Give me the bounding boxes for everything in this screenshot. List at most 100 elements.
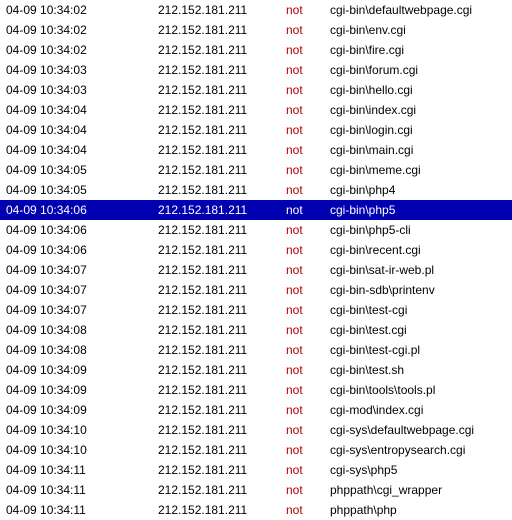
flag-cell: not (286, 480, 330, 500)
path-cell: cgi-bin\php5-cli (330, 220, 512, 240)
path-cell: cgi-bin\defaultwebpage.cgi (330, 0, 512, 20)
table-row[interactable]: 04-09 10:34:04212.152.181.211notcgi-bin\… (0, 120, 512, 140)
path-cell: cgi-bin\test.sh (330, 360, 512, 380)
flag-cell: not (286, 260, 330, 280)
path-cell: cgi-bin\index.cgi (330, 100, 512, 120)
timestamp-cell: 04-09 10:34:02 (0, 20, 158, 40)
timestamp-cell: 04-09 10:34:04 (0, 140, 158, 160)
table-row[interactable]: 04-09 10:34:09212.152.181.211notcgi-mod\… (0, 400, 512, 420)
table-row[interactable]: 04-09 10:34:04212.152.181.211notcgi-bin\… (0, 100, 512, 120)
table-row[interactable]: 04-09 10:34:02212.152.181.211notcgi-bin\… (0, 20, 512, 40)
table-row[interactable]: 04-09 10:34:02212.152.181.211notcgi-bin\… (0, 40, 512, 60)
table-row[interactable]: 04-09 10:34:06212.152.181.211notcgi-bin\… (0, 240, 512, 260)
table-row[interactable]: 04-09 10:34:11212.152.181.211notphppath\… (0, 500, 512, 520)
table-row[interactable]: 04-09 10:34:06212.152.181.211notcgi-bin\… (0, 220, 512, 240)
timestamp-cell: 04-09 10:34:06 (0, 240, 158, 260)
table-row[interactable]: 04-09 10:34:10212.152.181.211notcgi-sys\… (0, 440, 512, 460)
ip-cell: 212.152.181.211 (158, 160, 286, 180)
ip-cell: 212.152.181.211 (158, 80, 286, 100)
ip-cell: 212.152.181.211 (158, 480, 286, 500)
table-row[interactable]: 04-09 10:34:09212.152.181.211notcgi-bin\… (0, 380, 512, 400)
timestamp-cell: 04-09 10:34:06 (0, 220, 158, 240)
ip-cell: 212.152.181.211 (158, 120, 286, 140)
ip-cell: 212.152.181.211 (158, 500, 286, 520)
flag-cell: not (286, 0, 330, 20)
timestamp-cell: 04-09 10:34:04 (0, 120, 158, 140)
table-row[interactable]: 04-09 10:34:03212.152.181.211notcgi-bin\… (0, 80, 512, 100)
flag-cell: not (286, 200, 330, 220)
table-row[interactable]: 04-09 10:34:04212.152.181.211notcgi-bin\… (0, 140, 512, 160)
ip-cell: 212.152.181.211 (158, 320, 286, 340)
path-cell: cgi-sys\defaultwebpage.cgi (330, 420, 512, 440)
ip-cell: 212.152.181.211 (158, 200, 286, 220)
path-cell: cgi-bin\forum.cgi (330, 60, 512, 80)
table-row[interactable]: 04-09 10:34:02212.152.181.211notcgi-bin\… (0, 0, 512, 20)
ip-cell: 212.152.181.211 (158, 280, 286, 300)
path-cell: cgi-bin\test.cgi (330, 320, 512, 340)
table-row[interactable]: 04-09 10:34:08212.152.181.211notcgi-bin\… (0, 340, 512, 360)
path-cell: cgi-bin\tools\tools.pl (330, 380, 512, 400)
path-cell: cgi-sys\php5 (330, 460, 512, 480)
path-cell: cgi-bin\test-cgi.pl (330, 340, 512, 360)
ip-cell: 212.152.181.211 (158, 220, 286, 240)
flag-cell: not (286, 60, 330, 80)
timestamp-cell: 04-09 10:34:10 (0, 440, 158, 460)
path-cell: cgi-bin\main.cgi (330, 140, 512, 160)
path-cell: cgi-bin\php4 (330, 180, 512, 200)
path-cell: cgi-mod\index.cgi (330, 400, 512, 420)
table-row[interactable]: 04-09 10:34:08212.152.181.211notcgi-bin\… (0, 320, 512, 340)
flag-cell: not (286, 440, 330, 460)
table-row[interactable]: 04-09 10:34:11212.152.181.211notphppath\… (0, 480, 512, 500)
path-cell: cgi-bin\php5 (330, 200, 512, 220)
timestamp-cell: 04-09 10:34:08 (0, 340, 158, 360)
timestamp-cell: 04-09 10:34:06 (0, 200, 158, 220)
table-row[interactable]: 04-09 10:34:07212.152.181.211notcgi-bin\… (0, 260, 512, 280)
flag-cell: not (286, 420, 330, 440)
path-cell: cgi-bin\login.cgi (330, 120, 512, 140)
timestamp-cell: 04-09 10:34:09 (0, 380, 158, 400)
flag-cell: not (286, 240, 330, 260)
table-row[interactable]: 04-09 10:34:10212.152.181.211notcgi-sys\… (0, 420, 512, 440)
ip-cell: 212.152.181.211 (158, 140, 286, 160)
ip-cell: 212.152.181.211 (158, 20, 286, 40)
table-row[interactable]: 04-09 10:34:05212.152.181.211notcgi-bin\… (0, 180, 512, 200)
timestamp-cell: 04-09 10:34:11 (0, 480, 158, 500)
ip-cell: 212.152.181.211 (158, 460, 286, 480)
timestamp-cell: 04-09 10:34:02 (0, 0, 158, 20)
flag-cell: not (286, 40, 330, 60)
timestamp-cell: 04-09 10:34:05 (0, 160, 158, 180)
table-row[interactable]: 04-09 10:34:11212.152.181.211notcgi-sys\… (0, 460, 512, 480)
table-row[interactable]: 04-09 10:34:03212.152.181.211notcgi-bin\… (0, 60, 512, 80)
ip-cell: 212.152.181.211 (158, 360, 286, 380)
ip-cell: 212.152.181.211 (158, 60, 286, 80)
timestamp-cell: 04-09 10:34:08 (0, 320, 158, 340)
timestamp-cell: 04-09 10:34:03 (0, 60, 158, 80)
timestamp-cell: 04-09 10:34:03 (0, 80, 158, 100)
table-row[interactable]: 04-09 10:34:07212.152.181.211notcgi-bin-… (0, 280, 512, 300)
ip-cell: 212.152.181.211 (158, 340, 286, 360)
ip-cell: 212.152.181.211 (158, 380, 286, 400)
timestamp-cell: 04-09 10:34:07 (0, 300, 158, 320)
flag-cell: not (286, 380, 330, 400)
path-cell: phppath\cgi_wrapper (330, 480, 512, 500)
ip-cell: 212.152.181.211 (158, 0, 286, 20)
path-cell: cgi-bin\env.cgi (330, 20, 512, 40)
timestamp-cell: 04-09 10:34:09 (0, 360, 158, 380)
timestamp-cell: 04-09 10:34:02 (0, 40, 158, 60)
table-row[interactable]: 04-09 10:34:05212.152.181.211notcgi-bin\… (0, 160, 512, 180)
log-table: 04-09 10:34:02212.152.181.211notcgi-bin\… (0, 0, 512, 520)
flag-cell: not (286, 460, 330, 480)
timestamp-cell: 04-09 10:34:11 (0, 500, 158, 520)
timestamp-cell: 04-09 10:34:04 (0, 100, 158, 120)
flag-cell: not (286, 400, 330, 420)
path-cell: cgi-bin\fire.cgi (330, 40, 512, 60)
flag-cell: not (286, 220, 330, 240)
path-cell: cgi-sys\entropysearch.cgi (330, 440, 512, 460)
path-cell: cgi-bin-sdb\printenv (330, 280, 512, 300)
flag-cell: not (286, 280, 330, 300)
flag-cell: not (286, 300, 330, 320)
table-row[interactable]: 04-09 10:34:06212.152.181.211notcgi-bin\… (0, 200, 512, 220)
table-row[interactable]: 04-09 10:34:07212.152.181.211notcgi-bin\… (0, 300, 512, 320)
table-row[interactable]: 04-09 10:34:09212.152.181.211notcgi-bin\… (0, 360, 512, 380)
timestamp-cell: 04-09 10:34:05 (0, 180, 158, 200)
